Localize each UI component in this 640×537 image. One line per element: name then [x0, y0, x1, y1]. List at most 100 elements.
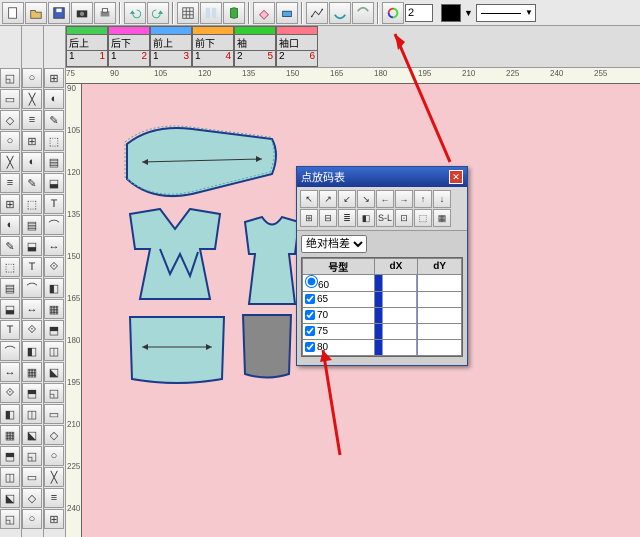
dy-cell[interactable] — [418, 324, 462, 340]
tool-button[interactable]: ◧ — [0, 404, 20, 424]
tool-button[interactable]: ○ — [22, 68, 42, 88]
tool-button[interactable]: ▭ — [22, 467, 42, 487]
tool-button[interactable]: ⬚ — [44, 131, 64, 151]
dx-cell[interactable] — [374, 292, 418, 308]
pattern-bodice-back[interactable] — [120, 204, 240, 317]
tool-button[interactable]: ⌒ — [44, 215, 64, 235]
dlg-tool[interactable]: ↙ — [338, 190, 356, 208]
redo-icon[interactable] — [147, 2, 169, 24]
tool-button[interactable]: ⬚ — [0, 257, 20, 277]
pattern-skirt-back[interactable] — [122, 309, 232, 392]
grade-grid[interactable]: 号型dXdY6065707580 — [301, 257, 463, 357]
tool-button[interactable]: ╳ — [44, 467, 64, 487]
size-cell[interactable]: 70 — [303, 308, 375, 324]
tool-button[interactable]: ◐ — [0, 215, 20, 235]
color-black-swatch[interactable] — [441, 4, 461, 22]
dlg-tool[interactable]: ↖ — [300, 190, 318, 208]
dlg-tool[interactable]: ⊡ — [395, 209, 413, 227]
tool-button[interactable]: ▭ — [44, 404, 64, 424]
close-icon[interactable]: ✕ — [449, 170, 463, 184]
tool-button[interactable]: T — [22, 257, 42, 277]
tool-button[interactable]: ⬚ — [22, 194, 42, 214]
dy-cell[interactable] — [418, 340, 462, 356]
save-icon[interactable] — [48, 2, 70, 24]
tool-button[interactable]: ◧ — [44, 278, 64, 298]
dlg-tool[interactable]: ⊟ — [319, 209, 337, 227]
tool-button[interactable]: ◐ — [44, 89, 64, 109]
tool-button[interactable]: ⬕ — [0, 488, 20, 508]
tool-button[interactable]: T — [44, 194, 64, 214]
open-icon[interactable] — [25, 2, 47, 24]
tool-button[interactable]: ⊞ — [44, 68, 64, 88]
tool-button[interactable]: ⌒ — [0, 341, 20, 361]
mode-select[interactable]: 绝对档差 — [301, 235, 367, 253]
size-check[interactable] — [305, 294, 315, 304]
tool-button[interactable]: ▭ — [0, 89, 20, 109]
dx-cell[interactable] — [374, 324, 418, 340]
pattern-skirt-front[interactable] — [237, 309, 297, 387]
tool-button[interactable]: ◫ — [0, 467, 20, 487]
dlg-tool[interactable]: ↑ — [414, 190, 432, 208]
tool-button[interactable]: ≡ — [0, 173, 20, 193]
dlg-tool[interactable]: ≣ — [338, 209, 356, 227]
tool-button[interactable]: ◇ — [22, 488, 42, 508]
dy-cell[interactable] — [418, 308, 462, 324]
dialog-titlebar[interactable]: 点放码表 ✕ — [297, 167, 467, 187]
dlg-tool[interactable]: S-L — [376, 209, 394, 227]
piece-tab[interactable]: 前下14 — [192, 26, 234, 67]
tool-button[interactable]: ↔ — [22, 299, 42, 319]
tool-button[interactable]: ≡ — [22, 110, 42, 130]
tool-button[interactable]: ▦ — [22, 362, 42, 382]
tool-a-icon[interactable] — [276, 2, 298, 24]
tool-button[interactable]: ⬕ — [44, 362, 64, 382]
tool-button[interactable]: ◱ — [22, 446, 42, 466]
size-check[interactable] — [305, 326, 315, 336]
tool-button[interactable]: T — [0, 320, 20, 340]
tool-button[interactable]: ╳ — [0, 152, 20, 172]
tool-button[interactable]: ◇ — [0, 110, 20, 130]
tool-button[interactable]: ▤ — [0, 278, 20, 298]
camera-icon[interactable] — [71, 2, 93, 24]
print-icon[interactable] — [94, 2, 116, 24]
tool-button[interactable]: ▦ — [44, 299, 64, 319]
tool-button[interactable]: ⬒ — [22, 383, 42, 403]
tool-button[interactable]: ○ — [0, 131, 20, 151]
tool-button[interactable]: ↔ — [0, 362, 20, 382]
tool-button[interactable]: ⟐ — [0, 383, 20, 403]
tool-button[interactable]: ✎ — [0, 236, 20, 256]
tool-button[interactable]: ◱ — [0, 68, 20, 88]
size-radio[interactable] — [305, 275, 318, 288]
piece-tab[interactable]: 后下12 — [108, 26, 150, 67]
dlg-tool[interactable]: ↗ — [319, 190, 337, 208]
tool-button[interactable]: ◇ — [44, 425, 64, 445]
tool-button[interactable]: ⊞ — [0, 194, 20, 214]
dlg-tool[interactable]: ↓ — [433, 190, 451, 208]
tool-button[interactable]: ○ — [22, 509, 42, 529]
dropdown-icon[interactable]: ▼ — [464, 8, 473, 18]
line-style-select[interactable]: ▼ — [476, 4, 536, 22]
tool-button[interactable]: ✎ — [22, 173, 42, 193]
tool-button[interactable]: ⌒ — [22, 278, 42, 298]
color-wheel-icon[interactable] — [382, 2, 404, 24]
size-cell[interactable]: 60 — [303, 275, 375, 292]
tool-button[interactable]: ◫ — [44, 341, 64, 361]
piece-tab[interactable]: 袖口26 — [276, 26, 318, 67]
tool-button[interactable]: ▤ — [44, 152, 64, 172]
dlg-tool[interactable]: ◧ — [357, 209, 375, 227]
value-input[interactable] — [405, 4, 433, 22]
tool-button[interactable]: ↔ — [44, 236, 64, 256]
tool-button[interactable]: ⟐ — [22, 320, 42, 340]
dlg-tool[interactable]: ⬚ — [414, 209, 432, 227]
dx-cell[interactable] — [374, 275, 418, 292]
dlg-tool[interactable]: ← — [376, 190, 394, 208]
grade-table-icon[interactable] — [306, 2, 328, 24]
size-cell[interactable]: 65 — [303, 292, 375, 308]
tool-button[interactable]: ✎ — [44, 110, 64, 130]
layout-icon[interactable] — [200, 2, 222, 24]
tool-button[interactable]: ⬒ — [0, 446, 20, 466]
size-cell[interactable]: 80 — [303, 340, 375, 356]
dx-cell[interactable] — [374, 308, 418, 324]
tool-button[interactable]: ◱ — [44, 383, 64, 403]
tool-button[interactable]: ◱ — [0, 509, 20, 529]
pattern-sleeve[interactable] — [122, 124, 282, 207]
